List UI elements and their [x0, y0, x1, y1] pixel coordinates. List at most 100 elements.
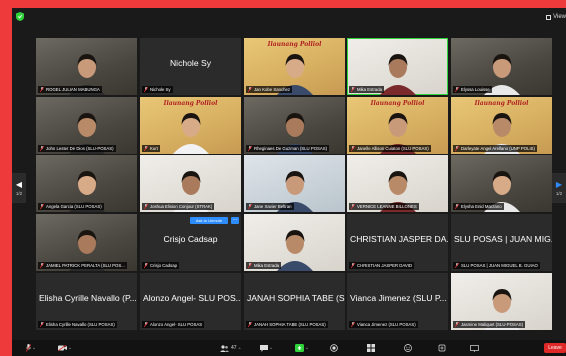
participant-tile[interactable]: John Lester De Dios (SLU-POSAS) — [36, 97, 137, 154]
previous-page-button[interactable]: ◀ 1/2 — [12, 173, 26, 203]
apps-button[interactable] — [438, 343, 446, 353]
participant-name: JAMIEL PATRICK PERALTA (SLU POS... — [46, 263, 125, 268]
breakout-rooms-button[interactable] — [367, 343, 375, 353]
participant-name: Joshua Elision Conjour (STRAK) — [150, 204, 213, 209]
share-screen-icon — [295, 344, 304, 352]
record-button[interactable] — [330, 343, 338, 353]
participant-tile[interactable]: Elysha Enid Marzano — [451, 155, 552, 212]
mute-button[interactable]: ^ — [26, 343, 35, 353]
leave-button[interactable]: Leave — [544, 343, 566, 353]
muted-microphone-icon — [248, 322, 252, 327]
participant-nameplate: Mika Estrada — [246, 262, 282, 269]
chevron-left-icon: ◀ — [15, 180, 23, 189]
participant-nameplate: Elisha Cyrille Navallo (SLU POSAS) — [38, 321, 117, 328]
participant-nameplate: Jane Xavier Beltran — [246, 203, 294, 210]
participant-tile[interactable]: Alonzo Angel- SLU POS... Alonzo Angel- SL… — [140, 273, 241, 330]
participant-name: VERNICE LEANNE BILLONES — [357, 204, 417, 209]
next-page-button[interactable]: ▶ 1/2 — [552, 173, 566, 203]
microphone-icon — [26, 344, 31, 352]
participant-tile[interactable]: JAMIEL PATRICK PERALTA (SLU POS... — [36, 214, 137, 271]
participant-tile[interactable]: Ilaunang Polliol Janelle Allison Cuiaton … — [347, 97, 448, 154]
muted-microphone-icon — [144, 204, 148, 209]
ask-to-unmute-button[interactable]: Ask to Unmute — [190, 217, 228, 224]
participant-name: Janelle Allison Cuiaton (SLU POSAS) — [357, 146, 429, 151]
participants-button[interactable]: 47 ^ — [220, 343, 240, 353]
view-button[interactable]: View — [546, 11, 566, 23]
view-label: View — [553, 14, 566, 20]
participant-display-name: Elisha Cyrille Navallo (P... — [39, 293, 137, 303]
participant-tile[interactable]: Ilaunang Polliol Darleyate Angel Arellano… — [451, 97, 552, 154]
muted-microphone-icon — [351, 146, 355, 151]
muted-microphone-icon — [248, 204, 252, 209]
participant-tile[interactable]: Jasmine Maliquet (SLU-POSAS) — [451, 273, 552, 330]
muted-microphone-icon — [351, 322, 355, 327]
participant-nameplate: Rheginaes De Guzman (SLU POSAS) — [246, 145, 330, 152]
muted-microphone-icon — [248, 87, 252, 92]
muted-microphone-icon — [144, 263, 148, 268]
participant-tile[interactable]: Mika Estrada — [244, 214, 345, 271]
camera-icon — [58, 345, 67, 351]
participant-name: Kurt — [150, 146, 158, 151]
participant-name: Jasmine Maliquet (SLU-POSAS) — [461, 322, 524, 327]
participant-name: Nichole Sy — [150, 87, 171, 92]
participant-name: Elysha Enid Marzano — [461, 204, 502, 209]
muted-microphone-icon — [351, 204, 355, 209]
participant-nameplate: Nichole Sy — [142, 86, 173, 93]
chevron-up-icon: ^ — [270, 345, 272, 351]
participant-nameplate: CHRISTIAN JASPER DAVID — [349, 262, 415, 269]
muted-microphone-icon — [455, 204, 459, 209]
chevron-up-icon: ^ — [33, 345, 35, 351]
participant-tile[interactable]: Angela Garcia (SLU POSAS) — [36, 155, 137, 212]
muted-microphone-icon — [248, 146, 252, 151]
participant-tile[interactable]: VERNICE LEANNE BILLONES — [347, 155, 448, 212]
participant-tile[interactable]: Jane Xavier Beltran — [244, 155, 345, 212]
more-options-button[interactable]: ... — [231, 217, 239, 224]
participant-nameplate: SLU POSAS | JUAN MIGUEL B. GUIAO — [453, 262, 540, 269]
muted-microphone-icon — [144, 146, 148, 151]
participant-tile[interactable]: ROGEL JULIAN MABUNGA — [36, 38, 137, 95]
share-screen-button[interactable]: ^ — [295, 343, 308, 353]
participant-tile[interactable]: SLU POSAS | JUAN MIG... SLU POSAS | JUAN … — [451, 214, 552, 271]
participant-name: John Lester De Dios (SLU-POSAS) — [46, 146, 114, 151]
reactions-button[interactable] — [404, 343, 412, 353]
participant-tile[interactable]: Nichole Sy Nichole Sy — [140, 38, 241, 95]
video-button[interactable]: ^ — [58, 343, 71, 353]
participant-nameplate: Elyssa Louisse — [453, 86, 492, 93]
participant-tile[interactable]: Ilaunang Polliol Kurt — [140, 97, 241, 154]
participant-tile[interactable]: Vianca Jimenez (SLU P... Vianca Jimenez (… — [347, 273, 448, 330]
muted-microphone-icon — [455, 322, 459, 327]
participant-name: SLU POSAS | JUAN MIGUEL B. GUIAO — [461, 263, 538, 268]
participant-tile[interactable]: Crisjo Cadsap Ask to Unmute... Crisjo Cads… — [140, 214, 241, 271]
whiteboard-button[interactable] — [470, 343, 479, 353]
participant-nameplate: JAMIEL PATRICK PERALTA (SLU POS... — [38, 262, 127, 269]
muted-microphone-icon — [144, 87, 148, 92]
page-indicator: 1/2 — [555, 191, 563, 196]
participant-nameplate: John Lester De Dios (SLU-POSAS) — [38, 145, 116, 152]
participant-tile[interactable]: Elisha Cyrille Navallo (P... Elisha Cyril… — [36, 273, 137, 330]
participant-nameplate: Jan Kobe Sanchez — [246, 86, 293, 93]
chat-button[interactable]: ^ — [260, 343, 272, 353]
top-bar: View — [12, 8, 566, 26]
participant-tile[interactable]: Rheginaes De Guzman (SLU POSAS) — [244, 97, 345, 154]
chevron-up-icon: ^ — [306, 345, 308, 351]
shield-icon[interactable] — [16, 12, 24, 21]
participant-name: Crisjo Cadsap — [150, 263, 177, 268]
participant-nameplate: Alonzo Angel- SLU POSAS — [142, 321, 205, 328]
participant-tile[interactable]: Mika Estrada — [347, 38, 448, 95]
muted-microphone-icon — [455, 87, 459, 92]
muted-microphone-icon — [40, 87, 44, 92]
participant-name: Darleyate Angel Arellano (UNP POLIS) — [461, 146, 535, 151]
participant-name: Elisha Cyrille Navallo (SLU POSAS) — [46, 322, 115, 327]
muted-microphone-icon — [40, 263, 44, 268]
participant-tile[interactable]: Ilaunang Polliol Jan Kobe Sanchez — [244, 38, 345, 95]
muted-microphone-icon — [455, 263, 459, 268]
participant-tile[interactable]: Joshua Elision Conjour (STRAK) — [140, 155, 241, 212]
participants-count: 47 — [231, 345, 237, 351]
participant-display-name: Crisjo Cadsap — [163, 234, 218, 244]
participant-tile[interactable]: Elyssa Louisse — [451, 38, 552, 95]
muted-microphone-icon — [144, 322, 148, 327]
chat-icon — [260, 344, 268, 352]
participant-tile[interactable]: CHRISTIAN JASPER DA... CHRISTIAN JASPER D… — [347, 214, 448, 271]
breakout-rooms-icon — [367, 344, 375, 352]
participant-tile[interactable]: JANAH SOPHIA TABE (S... JANAH SOPHIA TABE… — [244, 273, 345, 330]
